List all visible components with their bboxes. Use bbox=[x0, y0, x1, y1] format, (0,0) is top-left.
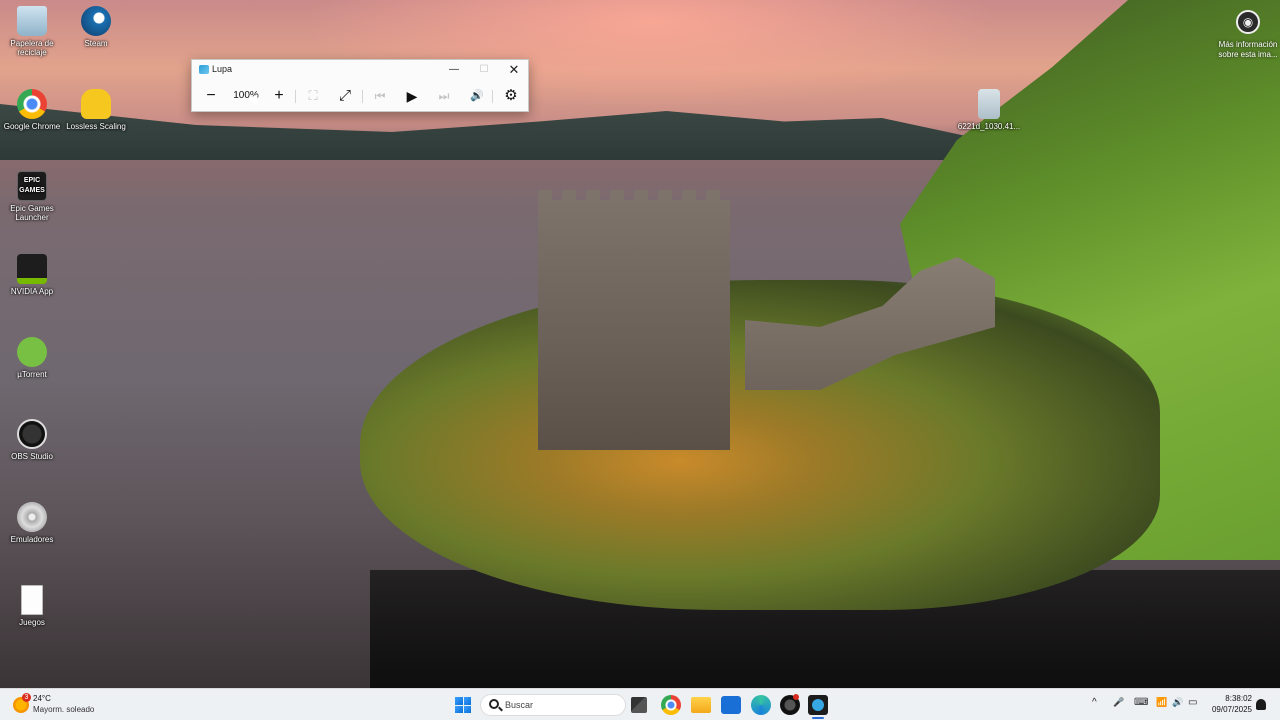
zoom-out-button[interactable]: − bbox=[200, 85, 222, 107]
toolbar-divider bbox=[362, 90, 363, 103]
desktop-icon-label: Juegos bbox=[19, 618, 45, 627]
notification-bell-icon[interactable] bbox=[1256, 699, 1266, 710]
epic-games-icon: EPIC GAMES bbox=[17, 171, 47, 201]
steam-icon bbox=[81, 6, 111, 36]
taskbar-search[interactable]: Buscar bbox=[480, 694, 626, 716]
microsoft-store-icon[interactable] bbox=[721, 696, 741, 714]
minimize-button[interactable]: — bbox=[439, 60, 469, 80]
desktop-icon-label: Emuladores bbox=[10, 535, 54, 544]
desktop-icon-label: Papelera de reciclaje bbox=[10, 39, 54, 57]
desktop-icon-utorrent[interactable]: µTorrent bbox=[0, 337, 68, 379]
settings-gear-icon[interactable]: ⚙ bbox=[500, 85, 522, 107]
magnifier-window: Lupa — ☐ ✕ − 100% + ⛶ ⤢ ⏮ ▶ ⏭ 🔊 ⚙ bbox=[191, 59, 529, 112]
wallpaper-info-label[interactable]: Más información sobre esta ima... bbox=[1212, 40, 1280, 60]
toolbar-divider bbox=[295, 90, 296, 103]
camera-info-icon[interactable]: ◉ bbox=[1236, 10, 1260, 34]
clock-time[interactable]: 8:38:02 bbox=[1220, 694, 1252, 703]
active-app-indicator bbox=[812, 717, 824, 719]
battery-icon[interactable]: ▭ bbox=[1188, 697, 1197, 708]
magnifier-glass-icon bbox=[812, 699, 824, 711]
file-explorer-icon[interactable] bbox=[691, 697, 711, 713]
desktop-icon-juegos[interactable]: Juegos bbox=[0, 585, 68, 627]
document-icon bbox=[21, 585, 43, 615]
magnifier-titlebar[interactable]: Lupa — ☐ ✕ bbox=[192, 60, 528, 80]
magnifier-app-icon bbox=[199, 65, 209, 74]
next-button[interactable]: ⏭ bbox=[433, 85, 455, 107]
play-button[interactable]: ▶ bbox=[401, 85, 423, 107]
clock-date[interactable]: 09/07/2025 bbox=[1200, 705, 1252, 714]
weather-description: Mayorm. soleado bbox=[33, 705, 95, 714]
wifi-icon[interactable]: 📶 bbox=[1156, 697, 1167, 708]
desktop-icon-chrome[interactable]: Google Chrome bbox=[0, 89, 68, 131]
desktop-icon-label: Google Chrome bbox=[3, 122, 61, 131]
nvidia-icon bbox=[17, 254, 47, 284]
desktop-icon-emuladores[interactable]: Emuladores bbox=[0, 502, 68, 544]
desktop-icon-label: Epic Games Launcher bbox=[10, 204, 54, 222]
previous-button[interactable]: ⏮ bbox=[369, 85, 391, 107]
search-placeholder: Buscar bbox=[505, 700, 534, 710]
lossless-scaling-icon bbox=[81, 89, 111, 119]
file-icon bbox=[978, 89, 1000, 119]
desktop-icon-label: Lossless Scaling bbox=[66, 122, 126, 131]
fit-view-button[interactable]: ⛶ bbox=[302, 85, 324, 107]
search-icon bbox=[489, 699, 499, 709]
desktop-icon-label: OBS Studio bbox=[11, 452, 53, 461]
desktop-icon-file[interactable]: 6221d_1030.41... bbox=[953, 89, 1025, 131]
recording-badge bbox=[793, 694, 799, 700]
desktop-icon-label: NVIDIA App bbox=[10, 287, 54, 296]
chrome-icon bbox=[17, 89, 47, 119]
chrome-taskbar-icon[interactable] bbox=[661, 695, 681, 715]
desktop-icon-label: 6221d_1030.41... bbox=[957, 122, 1021, 131]
magnifier-title: Lupa bbox=[212, 64, 233, 74]
weather-temperature: 24°C bbox=[33, 694, 51, 703]
microphone-icon[interactable]: 🎤 bbox=[1113, 697, 1124, 708]
desktop-icon-label: Steam bbox=[84, 39, 108, 48]
obs-icon bbox=[17, 419, 47, 449]
toolbar-divider bbox=[492, 90, 493, 103]
start-button[interactable] bbox=[455, 697, 471, 713]
edge-icon[interactable] bbox=[751, 695, 771, 715]
maximize-button[interactable]: ☐ bbox=[469, 60, 499, 80]
keyboard-icon[interactable]: ⌨ bbox=[1134, 697, 1148, 708]
utorrent-icon bbox=[17, 337, 47, 367]
taskbar: 3 24°C Mayorm. soleado Buscar ^ 🎤 ⌨ 📶 🔊 … bbox=[0, 688, 1280, 720]
desktop-icon-steam[interactable]: Steam bbox=[60, 6, 132, 48]
disc-icon bbox=[17, 502, 47, 532]
task-view-icon[interactable] bbox=[631, 697, 647, 713]
wallpaper-castle-tower bbox=[538, 200, 730, 450]
volume-icon[interactable]: 🔊 bbox=[1172, 697, 1183, 708]
desktop-icon-nvidia[interactable]: NVIDIA App bbox=[0, 254, 68, 296]
tray-overflow-chevron-icon[interactable]: ^ bbox=[1092, 697, 1097, 708]
zoom-in-button[interactable]: + bbox=[268, 85, 290, 107]
desktop-icon-obs[interactable]: OBS Studio bbox=[0, 419, 68, 461]
fullscreen-button[interactable]: ⤢ bbox=[334, 85, 356, 107]
desktop-icon-label: µTorrent bbox=[17, 370, 47, 379]
magnifier-toolbar: − 100% + ⛶ ⤢ ⏮ ▶ ⏭ 🔊 ⚙ bbox=[192, 80, 528, 112]
desktop-icon-lossless-scaling[interactable]: Lossless Scaling bbox=[60, 89, 132, 131]
read-from-here-button[interactable]: 🔊 bbox=[466, 85, 488, 107]
desktop-icon-epic-games[interactable]: EPIC GAMES Epic Games Launcher bbox=[0, 171, 68, 222]
windows-logo-icon bbox=[455, 697, 463, 705]
desktop-icon-recycle-bin[interactable]: Papelera de reciclaje bbox=[0, 6, 68, 57]
close-button[interactable]: ✕ bbox=[499, 60, 529, 80]
recycle-bin-icon bbox=[17, 6, 47, 36]
weather-badge: 3 bbox=[22, 693, 31, 702]
